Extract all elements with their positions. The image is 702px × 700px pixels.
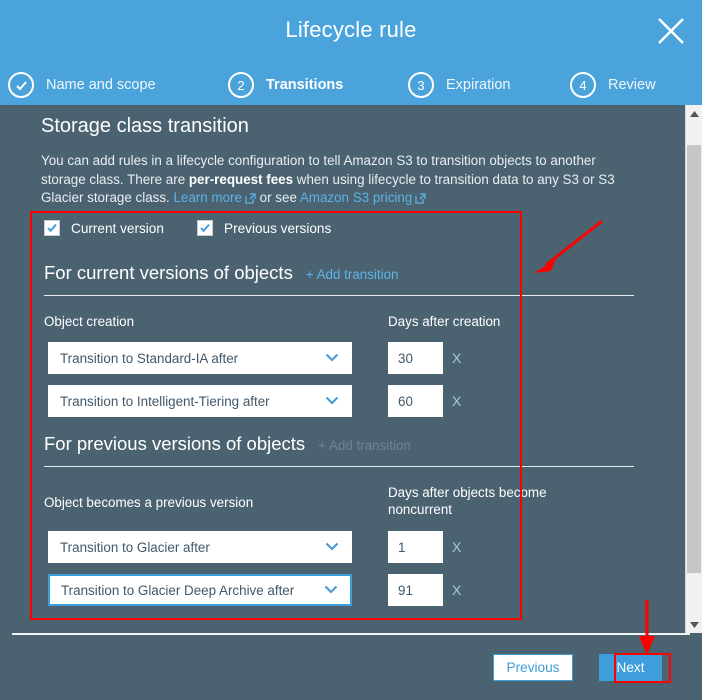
s3-pricing-link[interactable]: Amazon S3 pricing bbox=[300, 190, 412, 205]
check-icon bbox=[46, 222, 58, 234]
check-icon bbox=[199, 222, 211, 234]
previous-button[interactable]: Previous bbox=[493, 654, 573, 681]
group-header-current-versions: For current versions of objects + Add tr… bbox=[44, 262, 399, 284]
scroll-up-icon[interactable] bbox=[686, 105, 702, 122]
divider bbox=[44, 295, 634, 296]
storage-class-select[interactable]: Transition to Standard-IA after bbox=[48, 342, 352, 374]
chevron-down-icon bbox=[325, 392, 339, 410]
group-title-current-versions: For current versions of objects bbox=[44, 262, 293, 284]
step-complete-icon bbox=[8, 72, 34, 98]
scrollbar-track[interactable] bbox=[686, 122, 702, 145]
checkbox-label-previous-versions: Previous versions bbox=[224, 221, 331, 236]
step-expiration[interactable]: 3 Expiration bbox=[408, 68, 510, 102]
modal-body: Storage class transition You can add rul… bbox=[0, 105, 690, 633]
remove-transition-button[interactable]: X bbox=[452, 342, 461, 374]
add-transition-current-button[interactable]: + Add transition bbox=[306, 267, 399, 282]
remove-transition-button[interactable]: X bbox=[452, 385, 461, 417]
add-transition-previous-button: + Add transition bbox=[318, 438, 411, 453]
step-number-3: 3 bbox=[408, 72, 434, 98]
group-header-previous-versions: For previous versions of objects + Add t… bbox=[44, 433, 411, 455]
section-title: Storage class transition bbox=[41, 115, 249, 138]
checkbox-box bbox=[197, 220, 213, 236]
chevron-down-icon bbox=[325, 349, 339, 367]
remove-transition-button[interactable]: X bbox=[452, 531, 461, 563]
days-input[interactable]: 60 bbox=[388, 385, 443, 417]
vertical-scrollbar[interactable] bbox=[685, 105, 702, 633]
learn-more-link[interactable]: Learn more bbox=[173, 190, 241, 205]
step-label-transitions: Transitions bbox=[266, 77, 343, 93]
checkbox-previous-versions[interactable]: Previous versions bbox=[197, 220, 331, 236]
checkbox-label-current-version: Current version bbox=[71, 221, 164, 236]
step-number-2: 2 bbox=[228, 72, 254, 98]
chevron-down-icon bbox=[325, 538, 339, 556]
storage-class-select[interactable]: Transition to Glacier Deep Archive after bbox=[48, 574, 352, 606]
lifecycle-rule-modal: Lifecycle rule Name and scope 2 Transiti… bbox=[0, 0, 702, 700]
divider bbox=[44, 466, 634, 467]
checkbox-current-version[interactable]: Current version bbox=[44, 220, 164, 236]
column-label-days-after-noncurrent: Days after objects become noncurrent bbox=[388, 484, 568, 518]
wizard-stepper: Name and scope 2 Transitions 3 Expiratio… bbox=[0, 68, 702, 102]
column-label-object-becomes-previous: Object becomes a previous version bbox=[44, 494, 253, 511]
column-label-object-creation: Object creation bbox=[44, 313, 134, 330]
step-label-expiration: Expiration bbox=[446, 77, 510, 93]
description-part-3: or see bbox=[256, 190, 300, 205]
days-input[interactable]: 1 bbox=[388, 531, 443, 563]
scrollbar-thumb[interactable] bbox=[687, 145, 701, 573]
storage-class-select[interactable]: Transition to Glacier after bbox=[48, 531, 352, 563]
storage-class-select-value: Transition to Standard-IA after bbox=[60, 351, 325, 366]
modal-footer: Previous Next bbox=[0, 635, 690, 700]
close-icon[interactable] bbox=[654, 14, 688, 48]
days-input[interactable]: 91 bbox=[388, 574, 443, 606]
group-title-previous-versions: For previous versions of objects bbox=[44, 433, 305, 455]
step-number-4: 4 bbox=[570, 72, 596, 98]
step-name-and-scope[interactable]: Name and scope bbox=[8, 68, 156, 102]
column-label-days-after-creation: Days after creation bbox=[388, 313, 500, 330]
step-label-name-and-scope: Name and scope bbox=[46, 77, 156, 93]
days-input[interactable]: 30 bbox=[388, 342, 443, 374]
step-review[interactable]: 4 Review bbox=[570, 68, 656, 102]
modal-header: Lifecycle rule Name and scope 2 Transiti… bbox=[0, 0, 702, 105]
external-link-icon bbox=[415, 191, 426, 210]
storage-class-select-value: Transition to Glacier Deep Archive after bbox=[61, 583, 324, 598]
page-title: Lifecycle rule bbox=[0, 17, 702, 43]
scroll-down-icon[interactable] bbox=[686, 616, 702, 633]
external-link-icon bbox=[245, 191, 256, 210]
storage-class-select-value: Transition to Glacier after bbox=[60, 540, 325, 555]
storage-class-select-value: Transition to Intelligent-Tiering after bbox=[60, 394, 325, 409]
step-transitions[interactable]: 2 Transitions bbox=[228, 68, 343, 102]
chevron-down-icon bbox=[324, 581, 338, 599]
checkbox-box bbox=[44, 220, 60, 236]
annotation-arrow-to-transitions bbox=[524, 215, 614, 282]
step-label-review: Review bbox=[608, 77, 656, 93]
storage-class-select[interactable]: Transition to Intelligent-Tiering after bbox=[48, 385, 352, 417]
section-description: You can add rules in a lifecycle configu… bbox=[41, 152, 641, 210]
remove-transition-button[interactable]: X bbox=[452, 574, 461, 606]
description-bold: per-request fees bbox=[189, 172, 293, 187]
next-button[interactable]: Next bbox=[599, 654, 662, 681]
